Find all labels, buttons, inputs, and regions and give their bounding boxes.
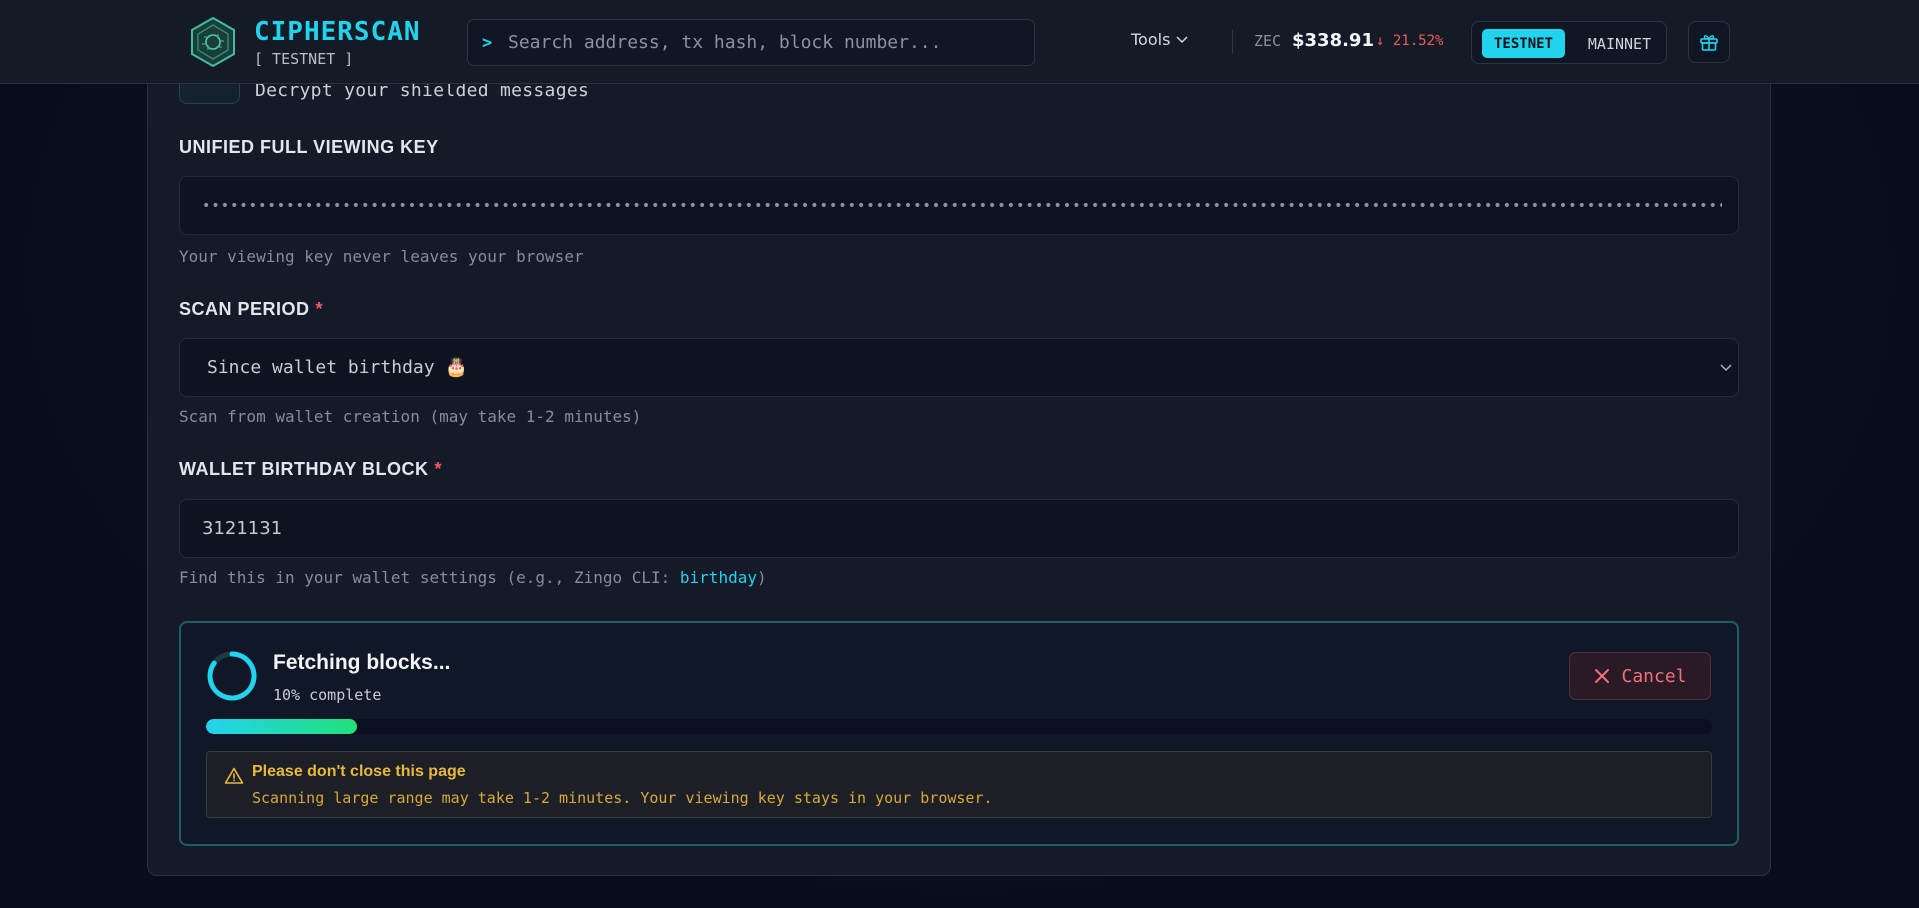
ufvk-input[interactable]: ••••••••••••••••••••••••••••••••••••••••… <box>179 176 1739 235</box>
required-mark: * <box>434 459 443 479</box>
ufvk-masked-value: ••••••••••••••••••••••••••••••••••••••••… <box>202 197 1722 214</box>
tools-label: Tools <box>1131 30 1171 49</box>
search-input[interactable] <box>508 20 1024 65</box>
top-header: CIPHERSCAN [ TESTNET ] > Tools ZEC $338.… <box>0 0 1919 84</box>
progress-bar-fill <box>206 719 357 734</box>
progress-bar <box>206 719 1712 734</box>
warning-text: Scanning large range may take 1-2 minute… <box>252 789 993 807</box>
mainnet-button[interactable]: MAINNET <box>1577 29 1662 58</box>
gift-button[interactable] <box>1688 21 1730 63</box>
scan-period-select[interactable]: Since wallet birthday 🎂 <box>179 338 1739 397</box>
required-mark: * <box>315 299 324 319</box>
birthday-block-hint: Find this in your wallet settings (e.g.,… <box>179 568 767 587</box>
price-symbol: ZEC <box>1254 32 1282 50</box>
close-icon <box>1595 669 1610 683</box>
birthday-block-value: 3121131 <box>202 518 283 539</box>
scan-period-hint: Scan from wallet creation (may take 1-2 … <box>179 407 642 426</box>
search-bar: > <box>467 19 1035 66</box>
testnet-button[interactable]: TESTNET <box>1482 29 1565 58</box>
cancel-button[interactable]: Cancel <box>1569 652 1711 700</box>
warning-box: Please don't close this page Scanning la… <box>206 751 1712 818</box>
price-change: ↓ 21.52% <box>1376 33 1444 49</box>
hexagon-logo-icon[interactable] <box>190 17 236 67</box>
birthday-block-label: WALLET BIRTHDAY BLOCK * <box>179 459 443 479</box>
scan-progress-panel: Fetching blocks... 10% complete Cancel P… <box>179 621 1739 846</box>
price-value: $338.91 <box>1292 30 1374 51</box>
network-subtitle: [ TESTNET ] <box>254 50 354 68</box>
birthday-command: birthday <box>679 568 757 587</box>
progress-percent-text: 10% complete <box>273 686 382 704</box>
viewing-key-card: Decrypt your shielded messages UNIFIED F… <box>147 40 1771 876</box>
scan-period-label: SCAN PERIOD * <box>179 299 324 319</box>
ufvk-label: UNIFIED FULL VIEWING KEY <box>179 137 439 157</box>
cancel-label: Cancel <box>1621 665 1687 687</box>
gift-icon <box>1700 35 1718 51</box>
ufvk-hint: Your viewing key never leaves your brows… <box>179 247 584 266</box>
progress-title: Fetching blocks... <box>273 651 451 674</box>
search-prompt: > <box>482 32 493 53</box>
warning-title: Please don't close this page <box>252 763 466 780</box>
tools-menu[interactable]: Tools <box>1131 30 1188 49</box>
birthday-block-input[interactable]: 3121131 <box>179 499 1739 558</box>
chevron-down-icon <box>1176 35 1188 43</box>
spinner-icon <box>207 651 257 701</box>
header-divider <box>1232 30 1233 54</box>
brand-name[interactable]: CIPHERSCAN <box>254 17 421 47</box>
warning-icon <box>224 767 244 784</box>
chevron-down-icon <box>1720 361 1732 375</box>
network-toggle: TESTNET MAINNET <box>1471 21 1667 64</box>
scan-period-selected: Since wallet birthday 🎂 <box>207 357 468 378</box>
